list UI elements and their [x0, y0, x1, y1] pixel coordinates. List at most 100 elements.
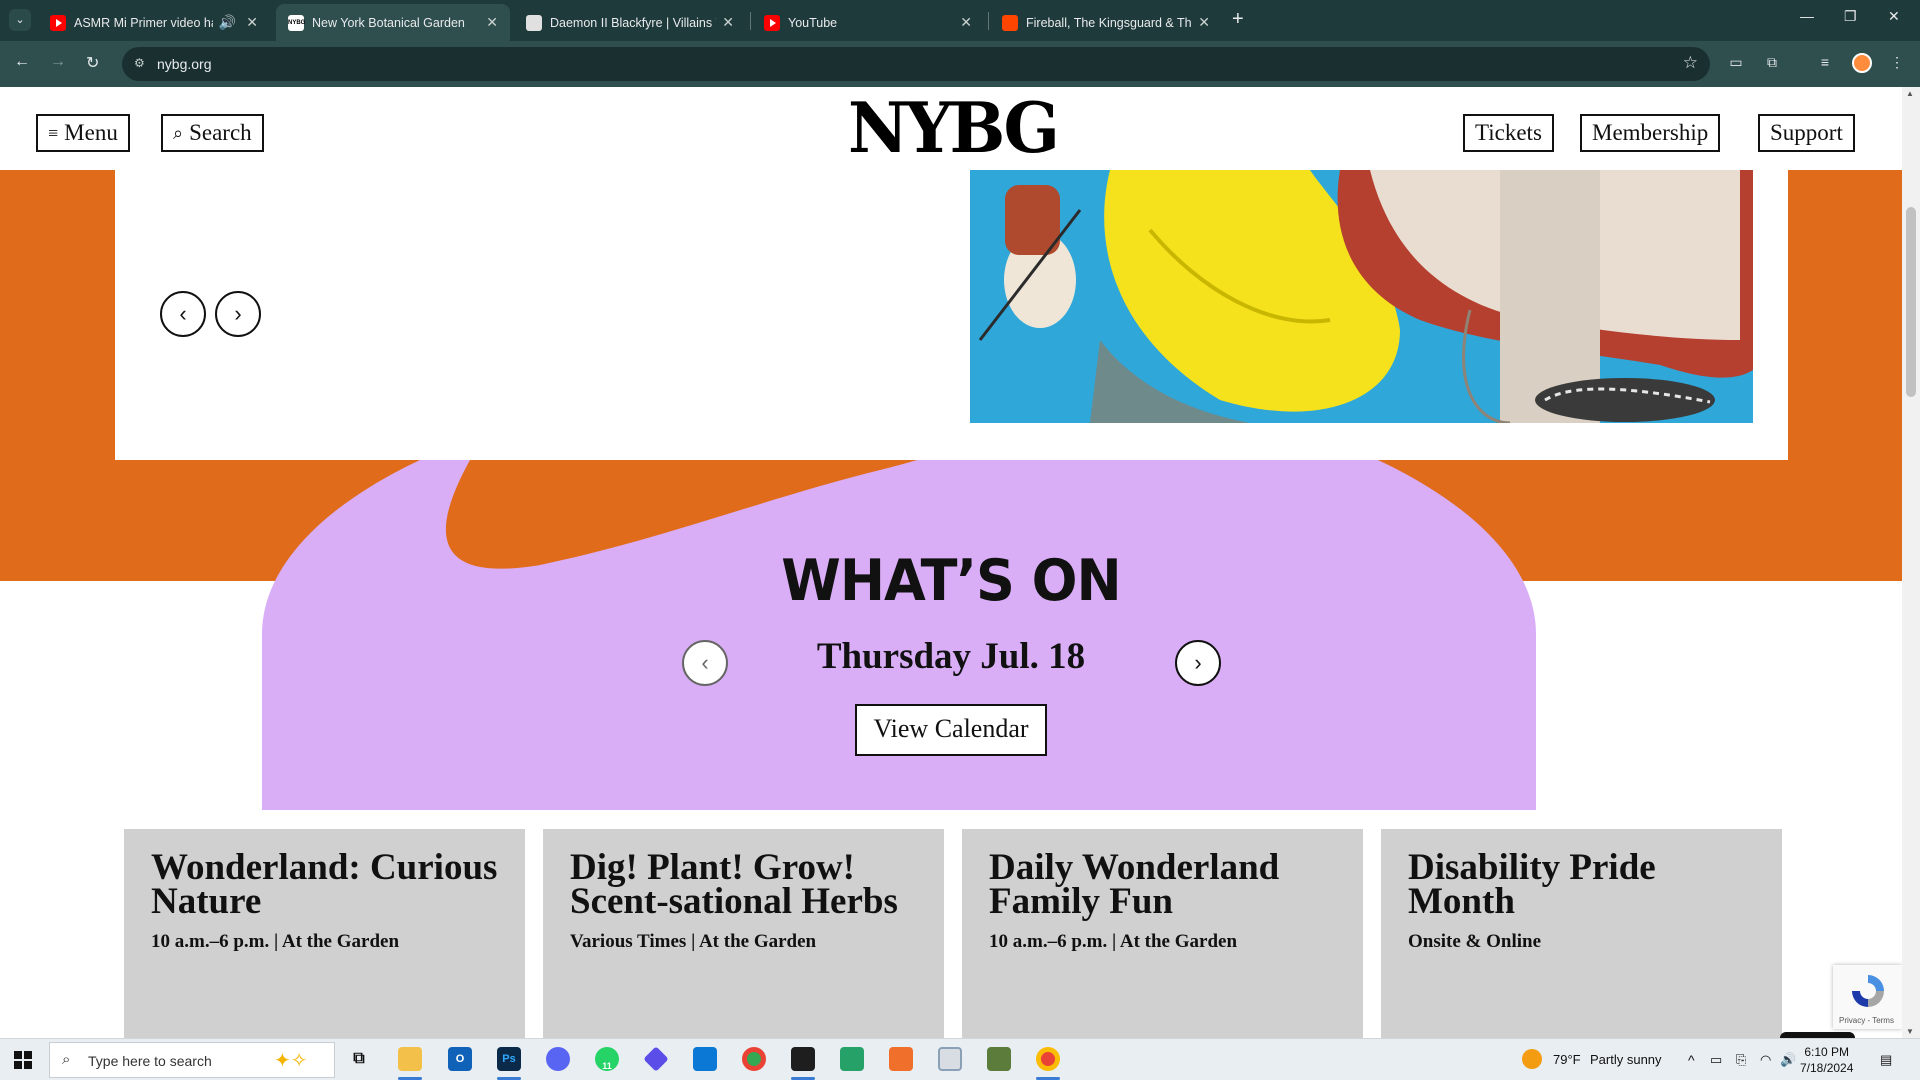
puzzle-app-icon[interactable] [840, 1047, 864, 1071]
device-icon[interactable]: ⎘ [1736, 1052, 1746, 1068]
whats-on-heading: WHAT’S ON [781, 547, 1122, 614]
volume-icon[interactable]: 🔊 [1780, 1052, 1796, 1068]
scroll-up-icon[interactable]: ▲ [1906, 89, 1914, 98]
scrollbar-thumb[interactable] [1906, 207, 1916, 397]
minecraft-icon[interactable] [987, 1047, 1011, 1071]
vscode-icon[interactable] [693, 1047, 717, 1071]
restore-icon[interactable]: ❐ [1844, 8, 1857, 25]
tab-daemon[interactable]: Daemon II Blackfyre | Villains W ✕ [514, 4, 746, 41]
event-title[interactable]: Wonderland: Curious Nature [151, 849, 498, 920]
bookmark-star-icon[interactable]: ☆ [1683, 53, 1698, 73]
tab-fireball[interactable]: Fireball, The Kingsguard & The ✕ [990, 4, 1222, 41]
view-calendar-button[interactable]: View Calendar [855, 704, 1047, 756]
tab-youtube[interactable]: YouTube ✕ [752, 4, 984, 41]
event-title[interactable]: Daily Wonderland Family Fun [989, 849, 1336, 920]
close-tab-icon[interactable]: ✕ [960, 14, 972, 31]
taskbar-search-box[interactable]: ⌕ Type here to search ✦✧ [49, 1042, 335, 1078]
chrome-icon[interactable] [742, 1047, 766, 1071]
xampp-icon[interactable] [889, 1047, 913, 1071]
back-icon[interactable]: ← [14, 53, 30, 71]
search-button[interactable]: ⌕ Search [161, 114, 264, 152]
tab-strip: ⌄ ASMR Mi Primer video haci 🔊 ✕ NYBG New… [0, 0, 1920, 41]
fandom-icon [526, 14, 542, 31]
event-detail: Various Times | At the Garden [570, 931, 817, 952]
close-tab-icon[interactable]: ✕ [246, 14, 258, 31]
copilot-sparkle-icon[interactable]: ✦✧ [274, 1048, 308, 1073]
chrome-active-icon[interactable] [1036, 1047, 1060, 1071]
minimize-icon[interactable]: — [1800, 8, 1814, 24]
photoshop-icon[interactable]: Ps [497, 1047, 521, 1071]
event-card[interactable]: Daily Wonderland Family Fun 10 a.m.–6 p.… [962, 829, 1363, 1038]
tab-search-button[interactable]: ⌄ [9, 9, 31, 31]
close-tab-icon[interactable]: ✕ [722, 14, 734, 31]
extensions-icon[interactable]: ⧉ [1763, 54, 1781, 72]
next-day-button[interactable]: › [1175, 640, 1221, 686]
tab-title: Fireball, The Kingsguard & The [1026, 15, 1193, 30]
event-title[interactable]: Disability Pride Month [1408, 849, 1755, 920]
youtube-icon [50, 14, 66, 31]
chrome-menu-icon[interactable]: ⋮ [1888, 54, 1906, 72]
figma-icon[interactable] [791, 1047, 815, 1071]
close-tab-icon[interactable]: ✕ [486, 14, 498, 31]
youtube-icon [764, 14, 780, 31]
featured-card: ‹ › [115, 170, 1788, 460]
carousel-next-button[interactable]: › [215, 291, 261, 337]
discord-icon[interactable] [546, 1047, 570, 1071]
page-scrollbar[interactable]: ▲ ▼ [1902, 87, 1920, 1038]
tab-separator [988, 12, 989, 30]
media-control-icon[interactable]: ≡ [1816, 54, 1834, 72]
notifications-icon[interactable]: ▤ [1880, 1052, 1892, 1068]
event-title[interactable]: Dig! Plant! Grow! Scent-sational Herbs [570, 849, 917, 920]
menu-button[interactable]: ≡ Menu [36, 114, 130, 152]
outlook-icon[interactable]: O [448, 1047, 472, 1071]
event-card[interactable]: Wonderland: Curious Nature 10 a.m.–6 p.m… [124, 829, 525, 1038]
nybg-logo[interactable]: NYBG [848, 93, 1060, 162]
site-info-icon[interactable]: ⚙ [134, 56, 150, 72]
whatsapp-icon[interactable]: 11 [595, 1047, 619, 1071]
hexagon-app-icon[interactable] [938, 1047, 962, 1071]
close-window-icon[interactable]: ✕ [1888, 8, 1900, 25]
recaptcha-links[interactable]: Privacy - Terms [1839, 1016, 1894, 1025]
membership-button[interactable]: Membership [1580, 114, 1721, 152]
carousel-prev-button[interactable]: ‹ [160, 291, 206, 337]
weather-icon[interactable] [1522, 1049, 1542, 1069]
linear-app-icon[interactable] [643, 1046, 669, 1072]
search-label: Search [189, 120, 252, 145]
profile-avatar[interactable] [1852, 53, 1872, 73]
tab-nybg[interactable]: NYBG New York Botanical Garden ✕ [276, 4, 510, 41]
wifi-icon[interactable]: ◠ [1760, 1052, 1771, 1068]
cast-icon[interactable]: ▭ [1727, 54, 1745, 72]
recaptcha-badge[interactable]: Privacy - Terms [1833, 965, 1902, 1029]
forward-icon[interactable]: → [50, 53, 66, 71]
nybg-icon: NYBG [288, 14, 305, 31]
windows-start-icon[interactable] [14, 1051, 32, 1069]
wonderland-hero-image[interactable] [970, 170, 1753, 423]
support-button[interactable]: Support [1758, 114, 1855, 152]
hamburger-icon: ≡ [48, 122, 59, 143]
file-explorer-icon[interactable] [398, 1047, 422, 1071]
event-card[interactable]: Dig! Plant! Grow! Scent-sational Herbs V… [543, 829, 944, 1038]
recaptcha-icon [1852, 975, 1884, 1007]
event-detail: 10 a.m.–6 p.m. | At the Garden [989, 931, 1238, 952]
reddit-icon [1002, 14, 1018, 31]
tickets-button[interactable]: Tickets [1463, 114, 1554, 152]
task-view-icon[interactable]: ⧉ [347, 1047, 371, 1071]
weather-description[interactable]: Partly sunny [1590, 1052, 1662, 1067]
tab-asmr[interactable]: ASMR Mi Primer video haci 🔊 ✕ [38, 4, 270, 41]
battery-icon[interactable]: ▭ [1710, 1052, 1722, 1068]
close-tab-icon[interactable]: ✕ [1198, 14, 1210, 31]
url-text: nybg.org [157, 56, 212, 72]
tray-overflow-icon[interactable]: ^ [1688, 1052, 1695, 1068]
speaker-icon[interactable]: 🔊 [219, 14, 236, 31]
system-clock[interactable]: 6:10 PM 7/18/2024 [1800, 1044, 1853, 1076]
tab-title: ASMR Mi Primer video haci [74, 15, 213, 30]
scroll-down-icon[interactable]: ▼ [1906, 1027, 1914, 1036]
weather-temp[interactable]: 79°F [1553, 1052, 1581, 1067]
tab-title: YouTube [788, 15, 838, 30]
event-detail: 10 a.m.–6 p.m. | At the Garden [151, 931, 400, 952]
address-bar[interactable]: ⚙ nybg.org ☆ [122, 47, 1710, 81]
event-card[interactable]: Disability Pride Month Onsite & Online [1381, 829, 1782, 1038]
reload-icon[interactable]: ↻ [86, 53, 99, 73]
new-tab-icon[interactable]: + [1232, 8, 1244, 31]
windows-taskbar: ⌕ Type here to search ✦✧ ⧉ O Ps 11 79°F … [0, 1038, 1920, 1080]
